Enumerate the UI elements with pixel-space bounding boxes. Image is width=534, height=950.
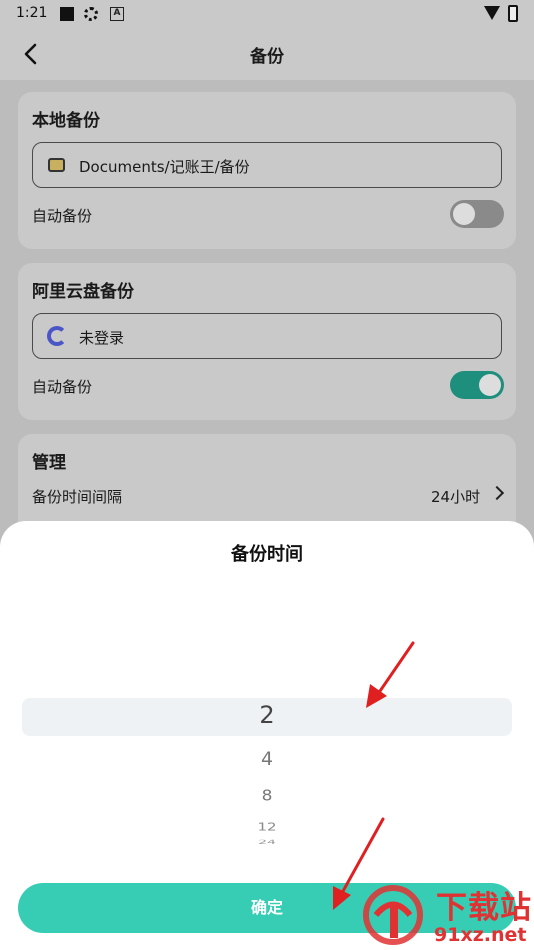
arrow-to-selected-option	[366, 641, 415, 708]
watermark-title: 下载站	[436, 890, 532, 926]
watermark-url: 91xz.net	[434, 924, 527, 946]
annotation-arrows	[333, 641, 415, 910]
watermark-logo	[363, 885, 423, 945]
